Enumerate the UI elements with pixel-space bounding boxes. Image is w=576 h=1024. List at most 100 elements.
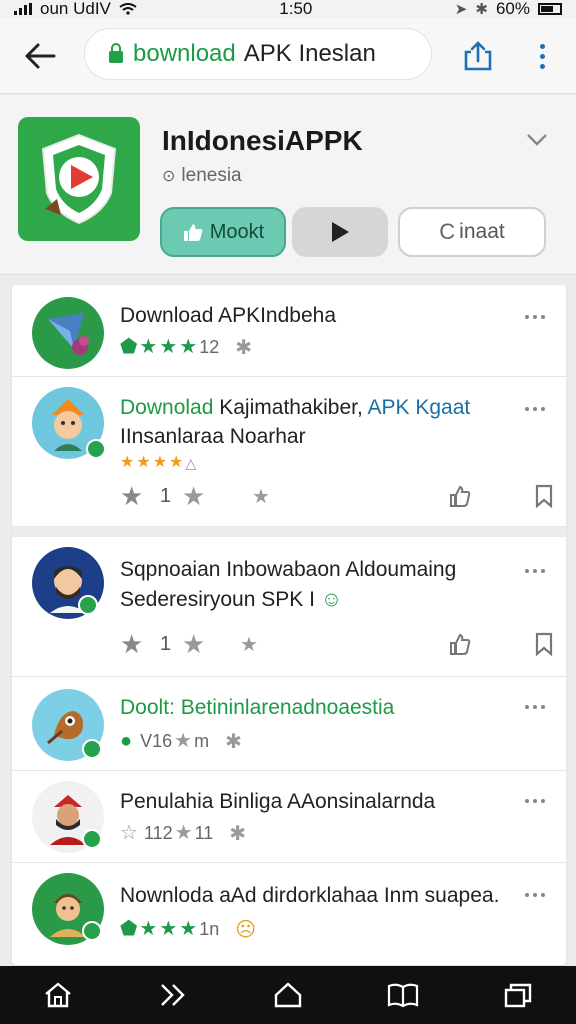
star-icon: ★ (179, 918, 198, 940)
star-icon: ★ (152, 454, 168, 471)
expand-button[interactable] (520, 123, 554, 157)
item-subtitle: IInsanlaraa Noarhar (120, 425, 306, 448)
like-button[interactable] (448, 629, 472, 659)
warning-icon: △ (185, 454, 197, 471)
item-actions: ★ 1 ★ ★ (120, 481, 553, 511)
list-item[interactable]: Penulahia Binliga AAonsinalarnda ☆ 112 ★… (12, 771, 566, 863)
emoji-icon: ☹ (235, 918, 257, 941)
bottom-navigation (0, 966, 576, 1024)
tabs-icon (505, 983, 532, 1008)
star-icon[interactable]: ★ (252, 481, 270, 511)
bookmark-button[interactable] (534, 481, 554, 511)
vote-count: 1 (160, 632, 172, 655)
status-bar: oun UdIV 1:50 ➤ ✱ 60% (0, 0, 576, 18)
url-path: APK Ineslan (243, 40, 376, 67)
star-icon: ★ (139, 918, 158, 940)
star-icon[interactable]: ★ (240, 629, 258, 659)
url-domain: bownload (133, 40, 236, 67)
puzzle-icon: ✱ (225, 730, 242, 753)
bookmark-button[interactable] (534, 629, 554, 659)
refresh-icon: C (439, 219, 456, 244)
rating-count: V16 (140, 730, 173, 751)
rating-count: 1n (199, 918, 220, 939)
emoji-icon: ☺ (320, 588, 343, 611)
item-title: Downolad Kajimathakiber, APK Kgaat (120, 396, 471, 419)
star-icon[interactable]: ★ (182, 629, 205, 659)
list-item[interactable]: Sqpnoaian Inbowabaon Aldoumaing Sederesi… (12, 537, 566, 677)
book-icon (388, 983, 419, 1008)
verified-badge (82, 739, 102, 759)
item-title: Download APKIndbeha (120, 304, 336, 327)
puzzle-icon: ✱ (235, 336, 252, 359)
puzzle-icon: ✱ (229, 822, 247, 845)
bookmark-icon (535, 484, 553, 508)
app-list: Download APKIndbeha ⬟ ★ ★ ★ 12 ✱ Downola… (12, 285, 566, 965)
app-subtitle: ⊙ lenesia (162, 165, 242, 186)
back-button[interactable] (18, 34, 62, 78)
list-item[interactable]: Download APKIndbeha ⬟ ★ ★ ★ 12 ✱ (12, 285, 566, 377)
house-outline-icon (274, 982, 302, 1008)
star-icon: ★ (169, 454, 184, 471)
list-item[interactable]: Nownloda aAd dirdorklahaa Inm suapea. ⬟ … (12, 863, 566, 965)
nav-forward[interactable] (143, 971, 203, 1019)
list-item[interactable]: Downolad Kajimathakiber, APK Kgaat IInsa… (12, 377, 566, 527)
more-options-button[interactable] (520, 885, 550, 905)
wifi-icon (119, 3, 137, 15)
more-options-button[interactable] (520, 399, 550, 419)
thumbs-up-icon (183, 224, 203, 241)
star-icon[interactable]: ★ (120, 629, 143, 659)
item-title: Nownloda aAd dirdorklahaa Inm suapea. (120, 884, 500, 907)
browser-toolbar: bownload APK Ineslan (0, 18, 576, 94)
nav-home[interactable] (28, 971, 88, 1019)
nav-apps[interactable] (258, 971, 318, 1019)
address-bar[interactable]: bownload APK Ineslan (84, 28, 432, 80)
verified-badge (86, 439, 106, 459)
home-icon (44, 982, 71, 1008)
star-icon[interactable]: ★ (182, 481, 205, 511)
star-icon: ★ (159, 336, 178, 358)
battery-percent: 60% (495, 0, 530, 18)
share-icon (464, 41, 492, 71)
divider (12, 527, 566, 537)
carrier-label: oun UdIV (40, 0, 111, 18)
star-icon: ★ (159, 918, 178, 940)
rating: ● V16 ★ m ✱ (120, 729, 242, 753)
more-options-button[interactable] (520, 307, 550, 327)
rating-count: 112 (143, 822, 173, 843)
rating: ☆ 112 ★ 11 ✱ (120, 822, 247, 845)
overflow-menu-button[interactable] (520, 34, 564, 78)
chevron-down-icon (527, 134, 547, 146)
vote-count: 1 (160, 484, 172, 507)
item-title: Sqpnoaian Inbowabaon Aldoumaing (120, 558, 457, 581)
lock-icon (109, 43, 123, 63)
like-button[interactable] (448, 481, 472, 511)
rating: ★ ★ ★ ★ △ (120, 451, 196, 475)
signal-icon (14, 3, 32, 15)
install-button[interactable]: Mookt (160, 207, 286, 257)
store-icon: ⬟ (120, 918, 138, 940)
share-button[interactable] (456, 34, 500, 78)
rating: ⬟ ★ ★ ★ 1n ☹ (120, 917, 256, 941)
play-icon (332, 222, 349, 242)
item-title: Penulahia Binliga AAonsinalarnda (120, 790, 436, 813)
nav-library[interactable] (373, 971, 433, 1019)
nav-tabs[interactable] (488, 971, 548, 1019)
star-icon[interactable]: ★ (120, 481, 143, 511)
verified-badge (78, 595, 98, 615)
bluetooth-icon: ✱ (475, 1, 488, 18)
more-options-button[interactable] (520, 697, 550, 717)
secondary-button[interactable]: C inaat (398, 207, 546, 257)
thumbs-up-icon (450, 633, 471, 655)
double-chevron-right-icon (160, 984, 185, 1006)
thumbs-up-icon (450, 485, 471, 507)
star-icon: ★ (179, 336, 198, 358)
more-options-button[interactable] (520, 791, 550, 811)
list-item[interactable]: Doolt: Betininlarenadnoaestia ● V16 ★ m … (12, 677, 566, 771)
location-icon: ➤ (454, 1, 468, 18)
chat-icon: ● (120, 729, 133, 752)
play-button[interactable] (292, 207, 388, 257)
more-options-button[interactable] (520, 561, 550, 581)
item-subtitle: Sederesiryoun SPK I ☺ (120, 588, 343, 611)
app-header: InIdonesiAPPK ⊙ lenesia Mookt C inaat (0, 95, 576, 275)
app-icon (18, 117, 140, 241)
